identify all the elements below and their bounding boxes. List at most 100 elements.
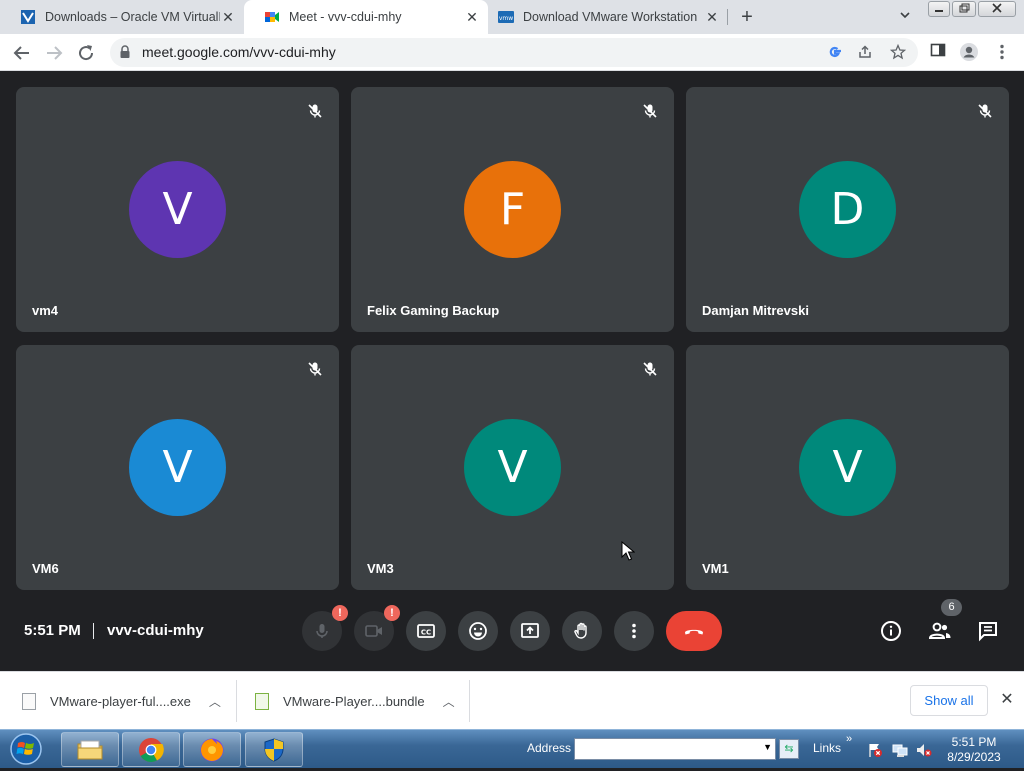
download-item[interactable]: VMware-player-ful....exe ︿	[22, 672, 221, 730]
exe-file-icon	[22, 692, 36, 710]
raise-hand-icon	[574, 622, 587, 639]
links-overflow-chevron[interactable]: »	[846, 733, 852, 745]
tab-virtualbox-downloads[interactable]: Downloads – Oracle VM VirtualB ✕	[0, 0, 244, 34]
participant-tile[interactable]: V VM3	[351, 345, 674, 590]
close-window-button[interactable]	[978, 1, 1016, 17]
close-download-shelf-icon[interactable]: ✕	[998, 691, 1016, 709]
lock-icon[interactable]	[120, 45, 130, 59]
start-button[interactable]	[4, 732, 48, 766]
mic-muted-icon	[977, 103, 993, 119]
system-clock[interactable]: 5:51 PM 8/29/2023	[946, 735, 1002, 765]
close-tab-icon[interactable]: ✕	[220, 9, 236, 25]
vmware-icon: vmw	[498, 9, 514, 25]
tab-vmware-download[interactable]: vmw Download VMware Workstation ✕	[488, 0, 728, 34]
download-divider	[236, 680, 237, 722]
present-screen-button[interactable]	[510, 611, 550, 651]
meeting-code: vvv-cdui-mhy	[107, 622, 204, 639]
download-divider	[469, 680, 470, 722]
chat-icon[interactable]	[977, 620, 999, 642]
address-toolbar-input[interactable]: ▼	[574, 738, 776, 760]
participant-avatar: D	[799, 161, 896, 258]
participant-avatar: V	[799, 419, 896, 516]
mic-muted-icon	[642, 361, 658, 377]
chevron-up-icon[interactable]: ︿	[443, 693, 455, 710]
browser-menu-icon[interactable]	[992, 42, 1012, 62]
links-toolbar-label[interactable]: Links	[813, 741, 841, 755]
taskbar-firefox[interactable]	[183, 732, 241, 767]
participant-avatar: V	[464, 419, 561, 516]
close-tab-icon[interactable]: ✕	[704, 9, 720, 25]
uac-shield-icon	[264, 737, 284, 762]
mic-muted-icon	[307, 103, 323, 119]
close-tab-icon[interactable]: ✕	[464, 9, 480, 25]
mouse-cursor-icon	[621, 541, 635, 561]
participant-avatar: F	[464, 161, 561, 258]
mic-muted-icon	[307, 361, 323, 377]
meeting-clock: 5:51 PM	[24, 622, 81, 639]
profile-avatar-icon[interactable]	[959, 42, 979, 62]
leave-call-button[interactable]	[666, 611, 722, 651]
participant-tile[interactable]: V VM6	[16, 345, 339, 590]
new-tab-button[interactable]: +	[737, 7, 757, 27]
participant-avatar: V	[129, 161, 226, 258]
people-icon[interactable]	[928, 620, 952, 642]
restore-window-button[interactable]	[952, 1, 976, 17]
google-meet-icon	[264, 9, 280, 25]
back-button[interactable]	[10, 41, 34, 65]
camera-warning-badge: !	[384, 605, 400, 621]
captions-button[interactable]: CC	[406, 611, 446, 651]
taskbar-security-shield[interactable]	[245, 732, 303, 767]
show-all-downloads-button[interactable]: Show all	[910, 685, 988, 716]
more-options-button[interactable]	[614, 611, 654, 651]
participant-tile[interactable]: V VM1	[686, 345, 1009, 590]
go-arrow-icon[interactable]: ⇆	[779, 739, 799, 759]
microphone-warning-badge: !	[332, 605, 348, 621]
system-clock-date: 8/29/2023	[947, 750, 1001, 764]
taskbar-chrome[interactable]	[122, 732, 180, 767]
download-item[interactable]: VMware-Player....bundle ︿	[255, 672, 455, 730]
participant-tile[interactable]: D Damjan Mitrevski	[686, 87, 1009, 332]
tab-search-chevron-icon[interactable]	[897, 9, 913, 25]
tab-divider	[727, 9, 728, 25]
camera-icon	[365, 625, 382, 637]
tab-title: Downloads – Oracle VM VirtualB	[45, 10, 220, 24]
action-center-flag-icon[interactable]	[867, 742, 883, 758]
firefox-icon	[200, 738, 224, 761]
share-icon[interactable]	[856, 44, 874, 62]
browser-toolbar: meet.google.com/vvv-cdui-mhy	[0, 34, 1024, 71]
tab-meet[interactable]: Meet - vvv-cdui-mhy ✕	[244, 0, 488, 34]
tab-title: Download VMware Workstation	[523, 10, 698, 24]
address-toolbar-label: Address	[527, 741, 572, 755]
reload-button[interactable]	[74, 41, 98, 65]
chevron-up-icon[interactable]: ︿	[209, 693, 221, 710]
participant-count-badge: 6	[941, 599, 962, 616]
microphone-button[interactable]: !	[302, 605, 348, 651]
reactions-button[interactable]	[458, 611, 498, 651]
raise-hand-button[interactable]	[562, 611, 602, 651]
participant-name: VM1	[702, 561, 729, 576]
side-panel-icon[interactable]	[928, 42, 948, 62]
virtualbox-icon	[20, 9, 36, 25]
meeting-details-info-icon[interactable]	[880, 620, 902, 642]
minimize-window-button[interactable]	[928, 1, 950, 17]
meet-video-grid: V vm4 F Felix Gaming Backup D Damjan Mit…	[0, 72, 1024, 671]
address-bar[interactable]: meet.google.com/vvv-cdui-mhy	[110, 38, 918, 67]
taskbar-file-explorer[interactable]	[61, 732, 119, 767]
network-icon[interactable]	[892, 742, 908, 758]
participant-name: VM3	[367, 561, 394, 576]
participant-tile[interactable]: F Felix Gaming Backup	[351, 87, 674, 332]
bookmark-star-icon[interactable]	[889, 43, 907, 62]
forward-button[interactable]	[42, 41, 66, 65]
windows-taskbar: Address ▼ ⇆ Links » 5:51 PM 8/29/2023	[0, 729, 1024, 768]
participant-name: vm4	[32, 303, 59, 318]
url-text[interactable]: meet.google.com/vvv-cdui-mhy	[142, 44, 336, 60]
participant-name: Damjan Mitrevski	[702, 303, 809, 318]
dropdown-arrow-icon[interactable]: ▼	[763, 742, 772, 752]
camera-button[interactable]: !	[354, 605, 400, 651]
present-screen-icon	[521, 623, 539, 638]
more-vert-icon	[632, 623, 636, 639]
participant-tile[interactable]: V vm4	[16, 87, 339, 332]
volume-muted-icon[interactable]	[916, 742, 932, 758]
download-filename: VMware-Player....bundle	[283, 693, 425, 709]
google-translate-icon[interactable]	[826, 44, 844, 62]
